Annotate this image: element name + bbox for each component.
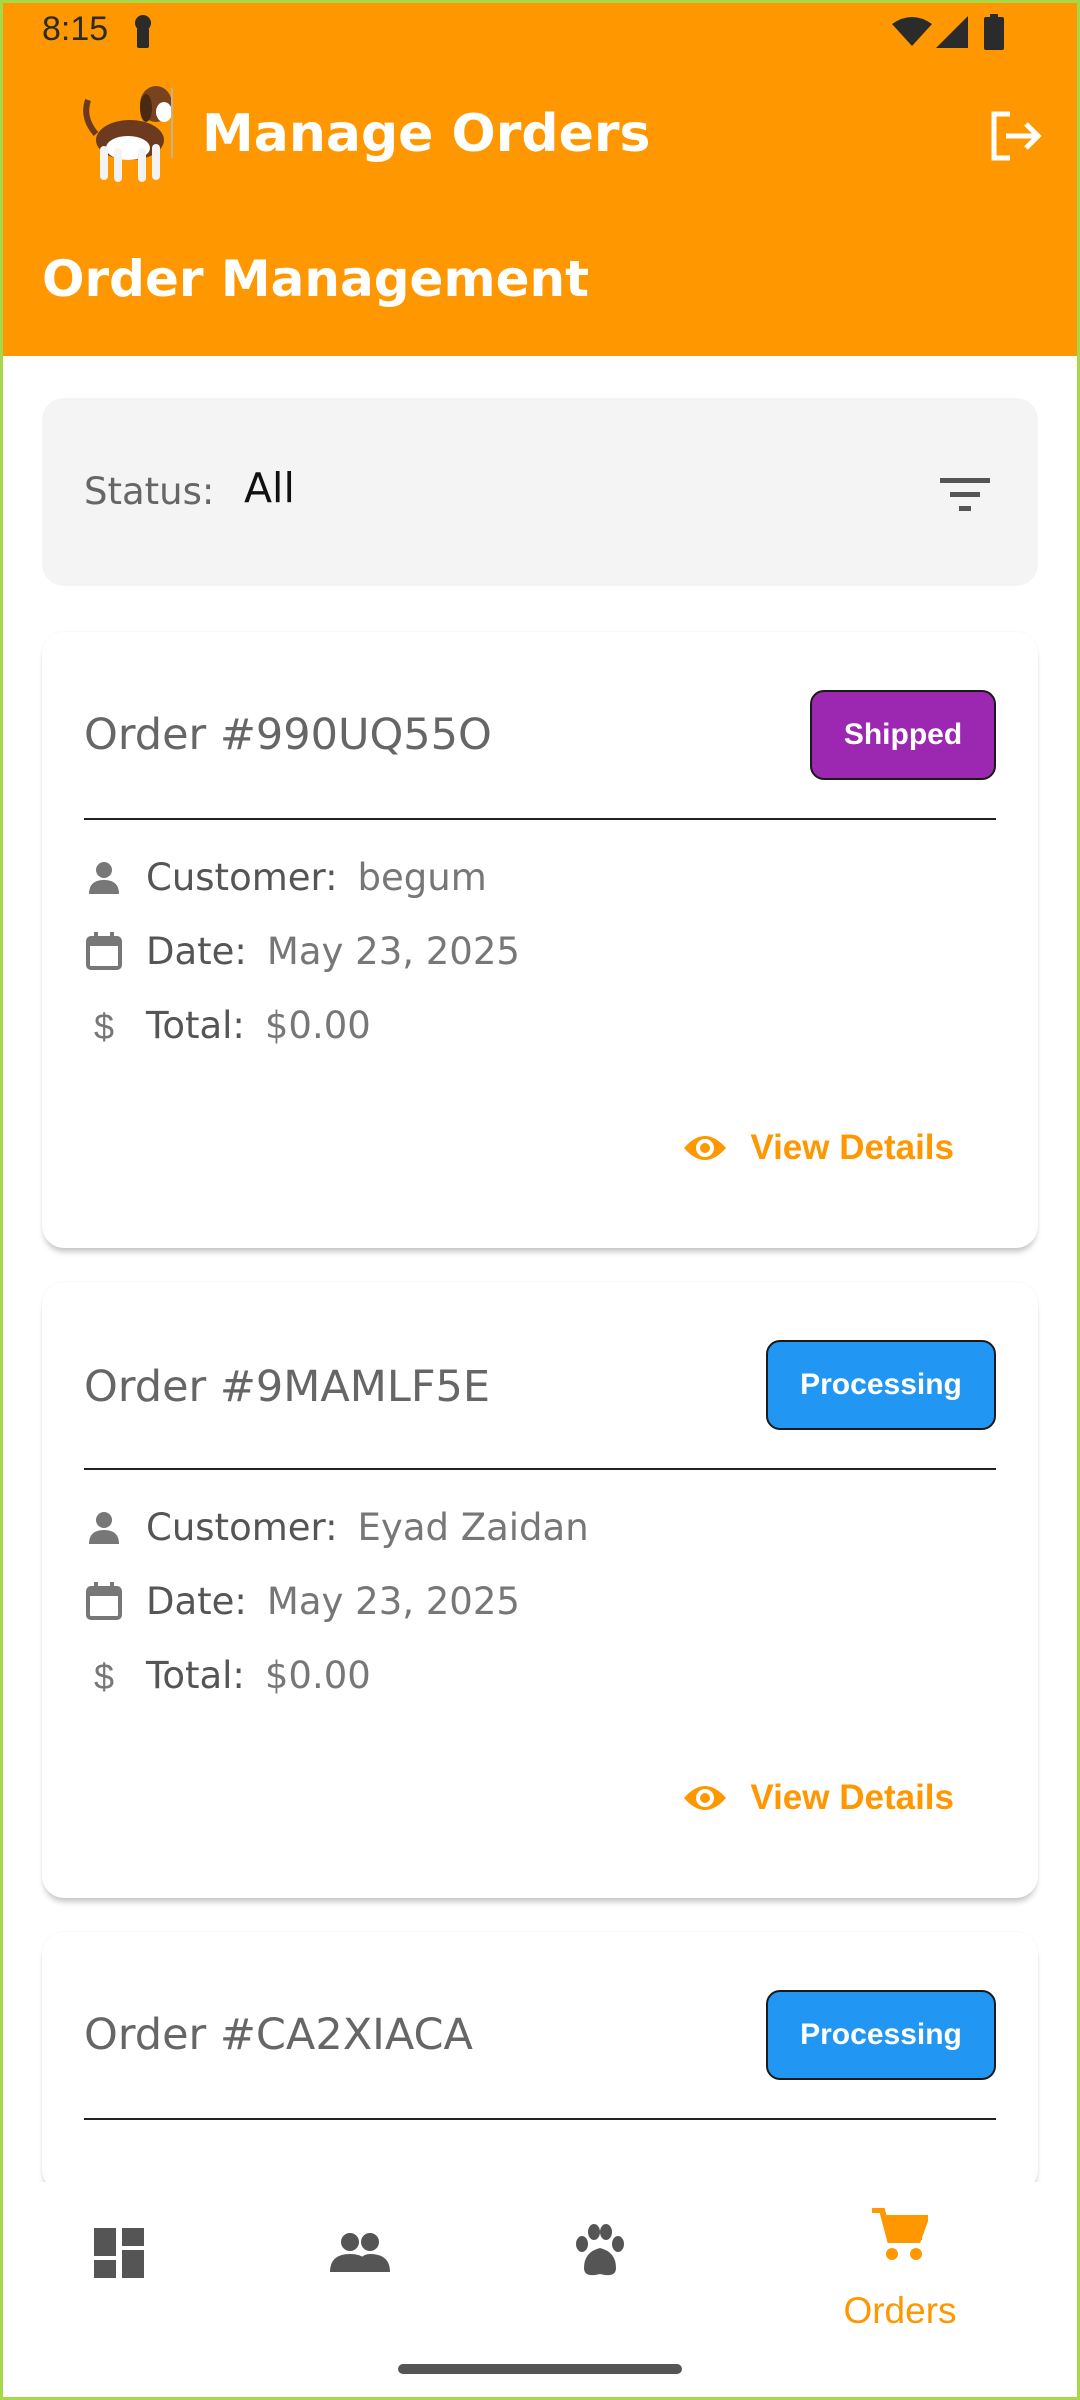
dashboard-icon (94, 2228, 144, 2278)
order-card[interactable]: Order #990UQ55O Shipped Customer: begum … (42, 632, 1038, 1248)
customer-row: Customer: Eyad Zaidan (84, 1502, 589, 1552)
customer-row: Customer: begum (84, 852, 487, 902)
app-bar: Manage Orders Order Management (0, 64, 1080, 356)
svg-text:$: $ (94, 1656, 114, 1695)
status-filter[interactable]: Status: All (42, 398, 1038, 586)
date-value: May 23, 2025 (266, 929, 520, 973)
date-label: Date: (146, 1579, 247, 1623)
status-bar: 8:15 (0, 0, 1080, 64)
status-time: 8:15 (42, 10, 109, 48)
people-icon (330, 2233, 390, 2272)
home-indicator[interactable] (398, 2364, 682, 2374)
person-icon (84, 857, 124, 897)
customer-label: Customer: (146, 1505, 338, 1549)
signal-icon (936, 16, 968, 48)
total-value: $0.00 (264, 1003, 371, 1047)
order-id: Order #990UQ55O (84, 710, 492, 760)
total-label: Total: (146, 1653, 245, 1697)
cart-icon (872, 2208, 928, 2260)
app-title: Manage Orders (202, 104, 651, 164)
dog-logo-icon (83, 86, 173, 182)
dollar-icon: $ (84, 1005, 124, 1045)
notification-icon (135, 15, 151, 48)
nav-orders[interactable]: Orders (780, 2182, 1020, 2342)
order-card[interactable]: Order #CA2XIACA Processing (42, 1932, 1038, 2192)
date-label: Date: (146, 929, 247, 973)
dollar-icon: $ (84, 1655, 124, 1695)
page-title: Order Management (42, 250, 589, 308)
order-id: Order #CA2XIACA (84, 2010, 473, 2060)
battery-icon (984, 14, 1004, 50)
status-badge: Shipped (810, 690, 996, 780)
date-row: Date: May 23, 2025 (84, 926, 520, 976)
view-details-label: View Details (750, 1778, 954, 1817)
nav-pets[interactable] (480, 2182, 720, 2342)
total-row: $ Total: $0.00 (84, 1650, 371, 1700)
divider (84, 2118, 996, 2120)
date-row: Date: May 23, 2025 (84, 1576, 520, 1626)
view-details-button[interactable]: View Details (682, 1778, 954, 1818)
divider (84, 1468, 996, 1470)
logout-icon[interactable] (988, 108, 1044, 164)
status-filter-value[interactable]: All (244, 464, 295, 512)
order-card[interactable]: Order #9MAMLF5E Processing Customer: Eya… (42, 1282, 1038, 1898)
svg-text:$: $ (94, 1006, 114, 1045)
nav-orders-label: Orders (843, 2290, 957, 2331)
customer-value: Eyad Zaidan (357, 1505, 589, 1549)
customer-label: Customer: (146, 855, 338, 899)
status-filter-label: Status: (84, 470, 215, 513)
total-row: $ Total: $0.00 (84, 1000, 371, 1050)
divider (84, 818, 996, 820)
total-label: Total: (146, 1003, 245, 1047)
date-value: May 23, 2025 (266, 1579, 520, 1623)
status-badge: Processing (766, 1990, 996, 2080)
filter-icon[interactable] (938, 474, 992, 514)
nav-dashboard[interactable] (0, 2182, 240, 2342)
calendar-icon (84, 931, 124, 971)
eye-icon (684, 1136, 727, 1160)
paw-icon (576, 2224, 624, 2276)
person-icon (84, 1507, 124, 1547)
status-badge: Processing (766, 1340, 996, 1430)
calendar-icon (84, 1581, 124, 1621)
order-id: Order #9MAMLF5E (84, 1362, 491, 1412)
total-value: $0.00 (264, 1653, 371, 1697)
nav-users[interactable] (240, 2182, 480, 2342)
eye-icon (684, 1786, 727, 1810)
view-details-button[interactable]: View Details (682, 1128, 954, 1168)
wifi-icon (892, 17, 932, 46)
view-details-label: View Details (750, 1128, 954, 1167)
customer-value: begum (357, 855, 487, 899)
